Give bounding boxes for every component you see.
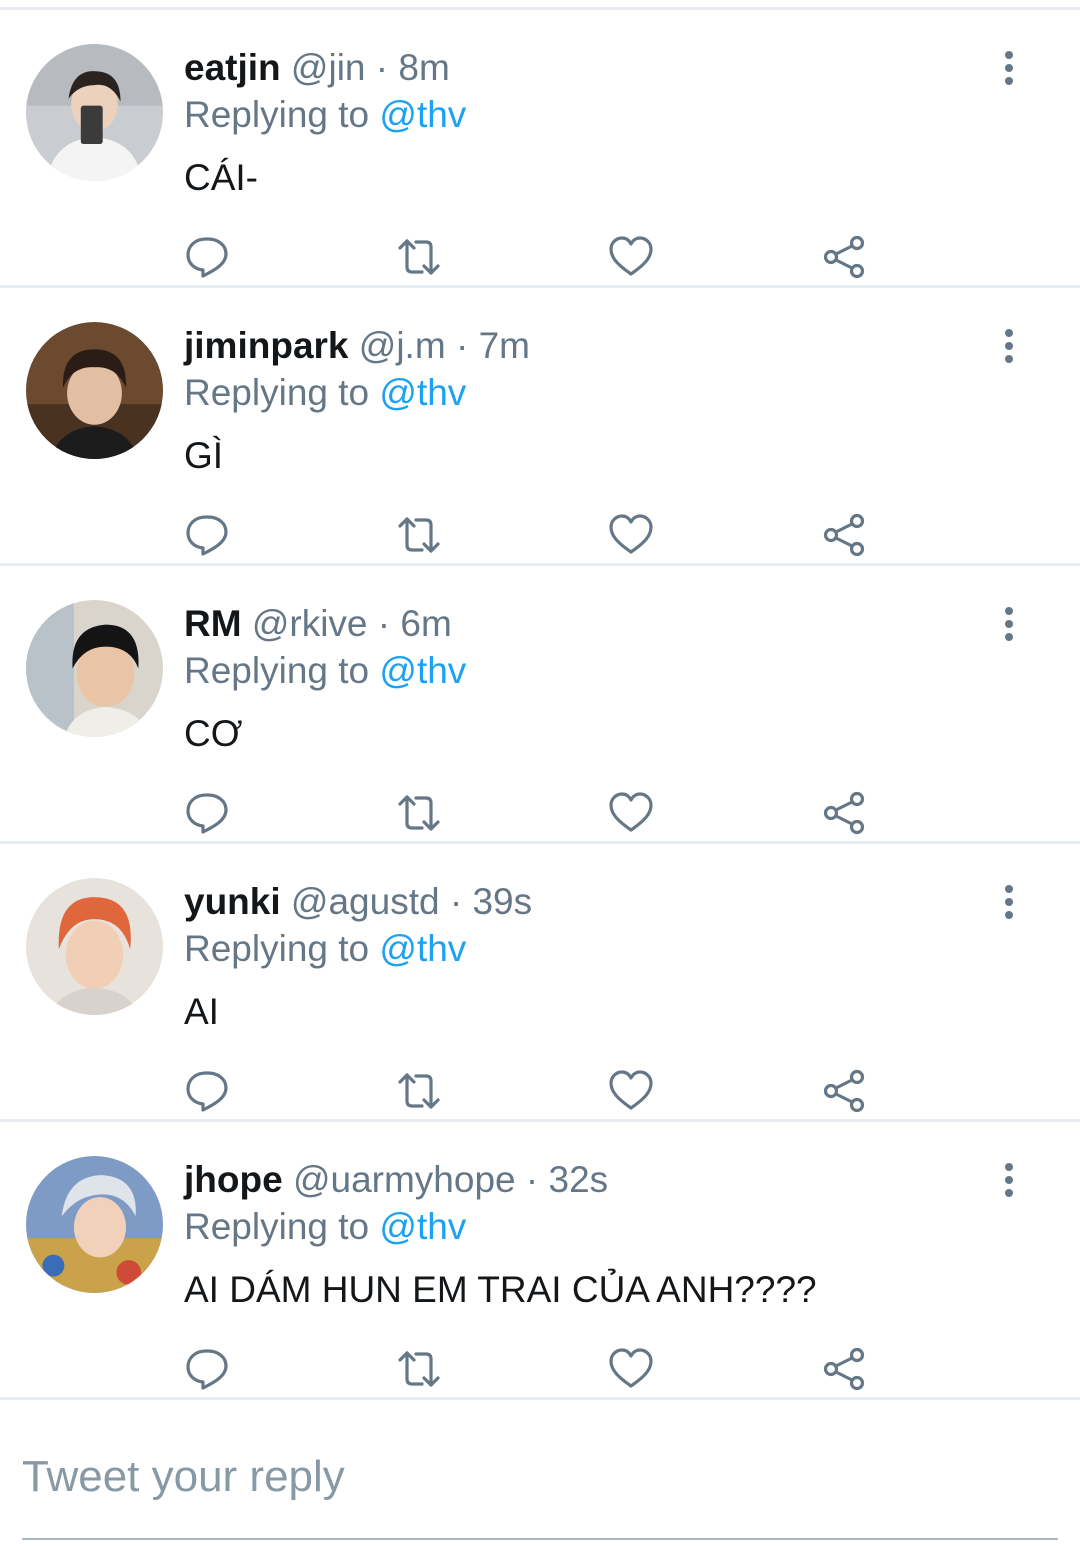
- tweet-item[interactable]: eatjin @jin · 8m Replying to @thv CÁI-: [0, 10, 1080, 288]
- reply-input-underline: [22, 1538, 1058, 1540]
- retweet-icon[interactable]: [396, 512, 442, 558]
- tweet-text: GÌ: [184, 435, 224, 476]
- avatar[interactable]: [26, 322, 163, 459]
- heart-icon[interactable]: [608, 234, 654, 280]
- timestamp[interactable]: 8m: [398, 47, 449, 88]
- more-vertical-icon[interactable]: [994, 50, 1024, 86]
- heart-icon[interactable]: [608, 512, 654, 558]
- share-icon[interactable]: [821, 512, 867, 558]
- avatar[interactable]: [26, 600, 163, 737]
- reply-composer: [0, 1418, 1080, 1546]
- user-handle[interactable]: @jin: [291, 47, 366, 88]
- tweet-text: AI DÁM HUN EM TRAI CỦA ANH????: [184, 1269, 817, 1310]
- timestamp[interactable]: 7m: [479, 325, 530, 366]
- replying-to-handle[interactable]: @thv: [379, 94, 466, 135]
- user-handle[interactable]: @j.m: [359, 325, 446, 366]
- share-icon[interactable]: [821, 1346, 867, 1392]
- replying-to: Replying to @thv: [184, 93, 466, 137]
- tweet-item[interactable]: jiminpark @j.m · 7m Replying to @thv GÌ: [0, 288, 1080, 566]
- share-icon[interactable]: [821, 1068, 867, 1114]
- tweet-item[interactable]: jhope @uarmyhope · 32s Replying to @thv …: [0, 1122, 1080, 1400]
- tweet-header: jiminpark @j.m · 7m: [184, 324, 530, 368]
- separator-dot: ·: [377, 603, 391, 644]
- replying-to-label: Replying to: [184, 650, 370, 691]
- display-name[interactable]: jhope: [184, 1159, 283, 1200]
- more-vertical-icon[interactable]: [994, 328, 1024, 364]
- tweet-header: jhope @uarmyhope · 32s: [184, 1158, 608, 1202]
- avatar[interactable]: [26, 1156, 163, 1293]
- replying-to: Replying to @thv: [184, 927, 466, 971]
- reply-feed: eatjin @jin · 8m Replying to @thv CÁI- j…: [0, 10, 1080, 1400]
- timestamp[interactable]: 6m: [400, 603, 451, 644]
- replying-to-handle[interactable]: @thv: [379, 372, 466, 413]
- heart-icon[interactable]: [608, 1068, 654, 1114]
- more-vertical-icon[interactable]: [994, 884, 1024, 920]
- reply-icon[interactable]: [184, 1346, 230, 1392]
- display-name[interactable]: RM: [184, 603, 242, 644]
- reply-icon[interactable]: [184, 1068, 230, 1114]
- timestamp[interactable]: 39s: [472, 881, 532, 922]
- tweet-header: eatjin @jin · 8m: [184, 46, 450, 90]
- tweet-text: CÁI-: [184, 157, 258, 198]
- replying-to: Replying to @thv: [184, 371, 466, 415]
- display-name[interactable]: yunki: [184, 881, 281, 922]
- replying-to-handle[interactable]: @thv: [379, 928, 466, 969]
- replying-to-label: Replying to: [184, 1206, 370, 1247]
- replying-to-label: Replying to: [184, 372, 370, 413]
- user-handle[interactable]: @uarmyhope: [293, 1159, 516, 1200]
- user-handle[interactable]: @agustd: [291, 881, 440, 922]
- tweet-item[interactable]: yunki @agustd · 39s Replying to @thv AI: [0, 844, 1080, 1122]
- separator-dot: ·: [525, 1159, 539, 1200]
- avatar-photo: [26, 600, 163, 737]
- reply-icon[interactable]: [184, 234, 230, 280]
- display-name[interactable]: eatjin: [184, 47, 281, 88]
- more-vertical-icon[interactable]: [994, 606, 1024, 642]
- share-icon[interactable]: [821, 234, 867, 280]
- display-name[interactable]: jiminpark: [184, 325, 349, 366]
- separator-dot: ·: [455, 325, 469, 366]
- replying-to-label: Replying to: [184, 928, 370, 969]
- timestamp[interactable]: 32s: [549, 1159, 609, 1200]
- user-handle[interactable]: @rkive: [252, 603, 368, 644]
- tweet-header: RM @rkive · 6m: [184, 602, 452, 646]
- avatar-photo: [26, 322, 163, 459]
- tweet-header: yunki @agustd · 39s: [184, 880, 532, 924]
- avatar-photo: [26, 1156, 163, 1293]
- replying-to-label: Replying to: [184, 94, 370, 135]
- separator-dot: ·: [375, 47, 389, 88]
- reply-input[interactable]: [22, 1442, 1058, 1512]
- separator-dot: ·: [449, 881, 463, 922]
- retweet-icon[interactable]: [396, 790, 442, 836]
- avatar[interactable]: [26, 878, 163, 1015]
- replying-to-handle[interactable]: @thv: [379, 1206, 466, 1247]
- tweet-text: AI: [184, 991, 219, 1032]
- tweet-item[interactable]: RM @rkive · 6m Replying to @thv CƠ: [0, 566, 1080, 844]
- replying-to: Replying to @thv: [184, 1205, 466, 1249]
- replying-to-handle[interactable]: @thv: [379, 650, 466, 691]
- heart-icon[interactable]: [608, 790, 654, 836]
- replying-to: Replying to @thv: [184, 649, 466, 693]
- retweet-icon[interactable]: [396, 1346, 442, 1392]
- retweet-icon[interactable]: [396, 1068, 442, 1114]
- reply-icon[interactable]: [184, 790, 230, 836]
- avatar[interactable]: [26, 44, 163, 181]
- reply-icon[interactable]: [184, 512, 230, 558]
- share-icon[interactable]: [821, 790, 867, 836]
- tweet-text: CƠ: [184, 713, 243, 754]
- avatar-photo: [26, 878, 163, 1015]
- more-vertical-icon[interactable]: [994, 1162, 1024, 1198]
- avatar-photo: [26, 44, 163, 181]
- heart-icon[interactable]: [608, 1346, 654, 1392]
- retweet-icon[interactable]: [396, 234, 442, 280]
